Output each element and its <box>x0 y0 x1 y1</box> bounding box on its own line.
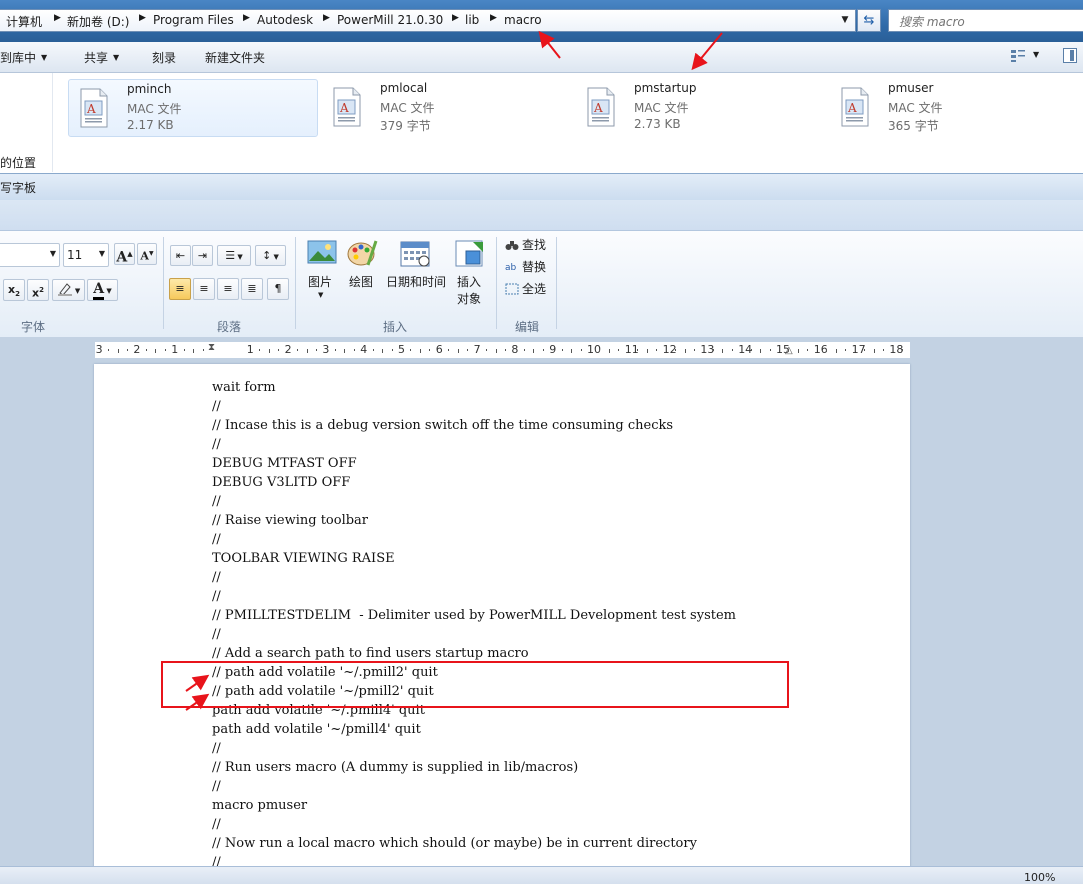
annotation-arrow <box>185 693 210 711</box>
status-bar: 100% <box>0 866 1083 884</box>
annotation-arrows <box>185 30 723 711</box>
zoom-level[interactable]: 100% <box>1024 871 1055 884</box>
annotation-arrow <box>538 30 561 59</box>
annotation-arrow <box>691 32 723 71</box>
annotation-arrow <box>185 674 210 692</box>
